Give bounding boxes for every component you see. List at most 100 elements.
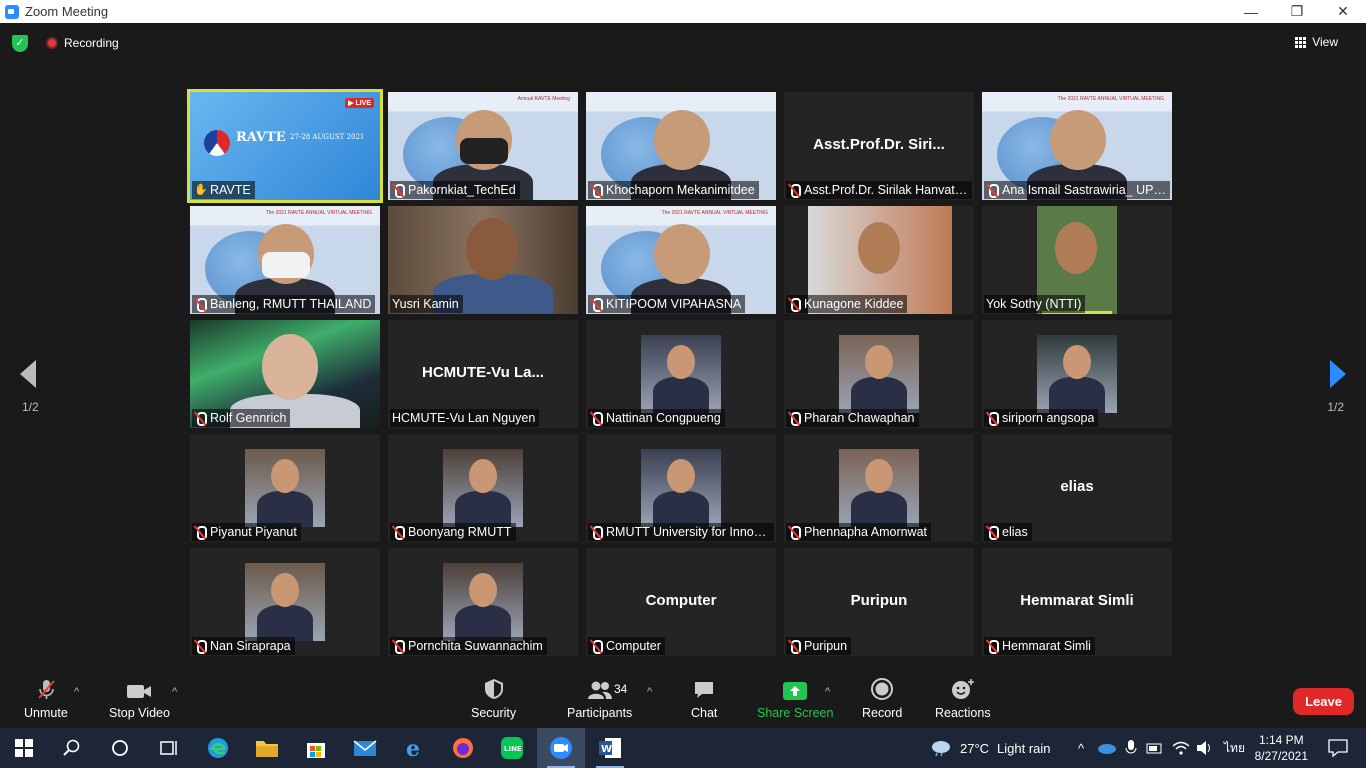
microphone-muted-icon [392, 183, 405, 198]
participant-tile[interactable]: Yok Sothy (NTTI) [982, 206, 1172, 314]
participant-tile[interactable]: Khochaporn Mekanimitdee [586, 92, 776, 200]
leave-button[interactable]: Leave [1293, 688, 1354, 715]
volume-icon[interactable] [1196, 740, 1214, 756]
participant-tile[interactable]: siriporn angsopa [982, 320, 1172, 428]
participant-tile[interactable]: The 2021 RAVTE ANNUAL VIRTUAL MEETING Ban… [190, 206, 380, 314]
microphone-tray-icon[interactable] [1124, 739, 1138, 757]
window-title: Zoom Meeting [25, 4, 109, 19]
security-shield-icon[interactable]: ✓ [12, 35, 28, 52]
participant-tile[interactable]: Puripun Puripun [784, 548, 974, 656]
participant-body [653, 491, 709, 527]
share-screen-arrow-icon [783, 682, 808, 700]
participant-tile[interactable]: Nan Siraprapa [190, 548, 380, 656]
close-window-button[interactable]: ✕ [1320, 0, 1366, 23]
cortana-icon[interactable] [96, 728, 144, 768]
participant-tile[interactable]: HCMUTE-Vu La... HCMUTE-Vu Lan Nguyen [388, 320, 578, 428]
participant-display-name: elias [1060, 478, 1094, 495]
share-options-chevron-icon[interactable]: ^ [825, 686, 830, 698]
recording-label[interactable]: Recording [64, 36, 119, 50]
participant-name: HCMUTE-Vu Lan Nguyen [392, 411, 536, 425]
participant-name: Puripun [804, 639, 848, 653]
participant-name-label: siriporn angsopa [984, 409, 1099, 427]
video-options-chevron-icon[interactable]: ^ [172, 686, 177, 698]
participant-tile[interactable]: Phennapha Amornwat [784, 434, 974, 542]
minimize-button[interactable]: — [1228, 0, 1274, 23]
maximize-button[interactable]: ❐ [1274, 0, 1320, 23]
rain-cloud-icon [932, 741, 950, 757]
windows-start-icon[interactable] [0, 728, 48, 768]
participant-face [1050, 110, 1106, 170]
wifi-icon[interactable] [1172, 740, 1190, 756]
reactions-label: Reactions [935, 706, 991, 720]
search-icon[interactable] [48, 728, 96, 768]
page-indicator-right: 1/2 [1327, 400, 1344, 414]
participant-tile[interactable]: Kunagone Kiddee [784, 206, 974, 314]
participant-tile[interactable]: elias elias [982, 434, 1172, 542]
security-button[interactable]: Security [471, 678, 516, 720]
internet-explorer-icon[interactable]: e [390, 728, 438, 768]
unmute-button[interactable]: Unmute [24, 678, 68, 720]
participant-name-label: Yok Sothy (NTTI) [984, 295, 1086, 313]
participant-tile[interactable]: Pornchita Suwannachim [388, 548, 578, 656]
participant-tile[interactable]: Nattinan Congpueng [586, 320, 776, 428]
participant-name: Khochaporn Mekanimitdee [606, 183, 755, 197]
mail-icon[interactable] [341, 728, 389, 768]
onedrive-cloud-icon[interactable] [1096, 741, 1118, 755]
weather-widget[interactable]: 27°C Light rain [930, 728, 1051, 768]
participant-name: Yusri Kamin [392, 297, 459, 311]
participant-tile[interactable]: Annual RAVTE Meeting Pakornkiat_TechEd [388, 92, 578, 200]
participant-tile[interactable]: ▶ LIVE RAVTE 27-28 AUGUST 2021 ✋ RAVTE [187, 89, 383, 203]
participant-tile[interactable]: Computer Computer [586, 548, 776, 656]
participant-tile[interactable]: Pharan Chawaphan [784, 320, 974, 428]
line-app-icon[interactable]: LINE [488, 728, 536, 768]
file-explorer-icon[interactable] [243, 728, 291, 768]
recording-dot-icon[interactable] [46, 37, 58, 49]
notifications-icon[interactable] [1318, 728, 1358, 768]
participant-tile[interactable]: The 2021 RAVTE ANNUAL VIRTUAL MEETING Ana… [982, 92, 1172, 200]
share-screen-button[interactable]: Share Screen [757, 678, 833, 720]
participant-name: siriporn angsopa [1002, 411, 1095, 425]
next-page-arrow-icon[interactable] [1330, 360, 1346, 388]
microsoft-store-icon[interactable] [292, 728, 340, 768]
edge-browser-icon[interactable] [194, 728, 242, 768]
record-button[interactable]: Record [862, 678, 902, 720]
participant-tile[interactable]: Yusri Kamin [388, 206, 578, 314]
profile-photo [245, 563, 325, 641]
windows-taskbar: e LINE W 27°C Light rain ^ ไทย 1:14 PM 8… [0, 728, 1366, 768]
show-hidden-icons-chevron-icon[interactable]: ^ [1072, 741, 1090, 756]
input-language[interactable]: ไทย [1224, 739, 1245, 758]
face-mask [460, 138, 508, 164]
participant-tile[interactable]: Boonyang RMUTT [388, 434, 578, 542]
battery-icon[interactable] [1146, 741, 1164, 755]
participant-name-label: Asst.Prof.Dr. Sirilak Hanvatananukul [786, 181, 972, 199]
microphone-muted-icon [194, 639, 207, 654]
participant-name-label: HCMUTE-Vu Lan Nguyen [390, 409, 540, 427]
participants-count: 34 [614, 682, 628, 696]
participants-options-chevron-icon[interactable]: ^ [647, 686, 652, 698]
participant-tile[interactable]: Asst.Prof.Dr. Siri... Asst.Prof.Dr. Siril… [784, 92, 974, 200]
audio-options-chevron-icon[interactable]: ^ [74, 686, 79, 698]
firefox-icon[interactable] [439, 728, 487, 768]
participant-name-label: Phennapha Amornwat [786, 523, 932, 541]
participant-face [865, 459, 893, 493]
participant-tile[interactable]: Piyanut Piyanut [190, 434, 380, 542]
chat-button[interactable]: Chat [691, 678, 717, 720]
stop-video-button[interactable]: Stop Video [109, 678, 170, 720]
participant-tile[interactable]: Rolf Gennrich [190, 320, 380, 428]
microphone-muted-icon [788, 639, 801, 654]
share-screen-label: Share Screen [757, 706, 834, 720]
participant-face [271, 573, 299, 607]
zoom-taskbar-icon[interactable] [537, 728, 585, 768]
task-view-icon[interactable] [144, 728, 192, 768]
microphone-muted-icon [194, 411, 207, 426]
prev-page-arrow-icon[interactable] [20, 360, 36, 388]
view-button[interactable]: View [1295, 35, 1338, 49]
system-clock[interactable]: 1:14 PM 8/27/2021 [1255, 732, 1308, 764]
reactions-button[interactable]: Reactions [935, 678, 991, 720]
video-camera-icon [127, 685, 152, 698]
word-icon[interactable]: W [586, 728, 634, 768]
participant-tile[interactable]: RMUTT University for Innovation [586, 434, 776, 542]
participant-tile[interactable]: Hemmarat Simli Hemmarat Simli [982, 548, 1172, 656]
participant-name-label: RMUTT University for Innovation [588, 523, 774, 541]
participant-tile[interactable]: The 2021 RAVTE ANNUAL VIRTUAL MEETING KIT… [586, 206, 776, 314]
